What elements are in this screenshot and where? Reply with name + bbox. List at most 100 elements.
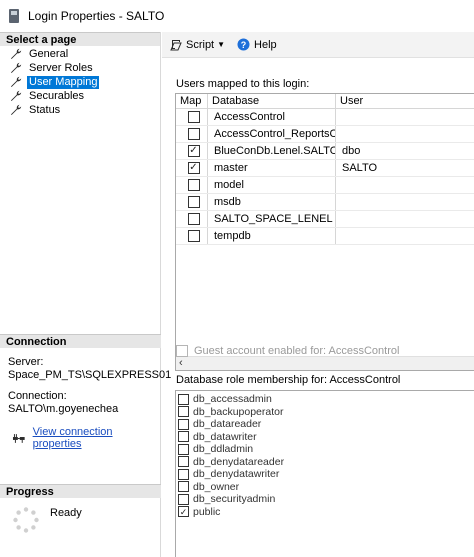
user-cell[interactable]	[336, 177, 474, 193]
database-cell: model	[208, 177, 336, 193]
user-cell[interactable]: SALTO	[336, 160, 474, 176]
role-item[interactable]: db_denydatareader	[176, 456, 474, 469]
page-item-user-mapping[interactable]: User Mapping	[0, 75, 160, 89]
page-item-label: Status	[29, 103, 61, 116]
users-mapped-grid: Map Database User AccessControl AccessCon…	[175, 93, 474, 371]
table-row[interactable]: model	[176, 177, 474, 194]
table-row[interactable]: tempdb	[176, 228, 474, 245]
view-connection-properties-link[interactable]: View connection properties	[33, 426, 161, 450]
role-item[interactable]: ✓ public	[176, 506, 474, 519]
svg-text:?: ?	[241, 40, 247, 50]
role-item[interactable]: db_owner	[176, 481, 474, 494]
role-item[interactable]: db_ddladmin	[176, 443, 474, 456]
role-checkbox[interactable]	[178, 456, 189, 468]
user-cell[interactable]	[336, 194, 474, 210]
column-header-user[interactable]: User	[336, 94, 474, 108]
map-checkbox[interactable]	[187, 230, 200, 242]
role-label: db_owner	[193, 480, 240, 493]
database-cell: AccessControl_ReportsC...	[208, 126, 336, 142]
user-cell[interactable]	[336, 228, 474, 244]
page-item-status[interactable]: Status	[0, 103, 160, 117]
role-label: db_datareader	[193, 418, 262, 431]
page-list: General Server Roles User Mapping Secura…	[0, 46, 160, 117]
user-cell[interactable]	[336, 211, 474, 227]
script-button[interactable]: Script ▼	[170, 39, 231, 51]
role-item[interactable]: db_accessadmin	[176, 393, 474, 406]
role-item[interactable]: db_denydatawriter	[176, 468, 474, 481]
table-row[interactable]: ✓ BlueConDb.Lenel.SALTO dbo	[176, 143, 474, 160]
wrench-icon	[11, 104, 22, 115]
role-checkbox[interactable]	[178, 431, 189, 443]
page-item-server-roles[interactable]: Server Roles	[0, 61, 160, 75]
map-cell	[176, 211, 208, 227]
database-cell: AccessControl	[208, 109, 336, 125]
table-row[interactable]: SALTO_SPACE_LENEL	[176, 211, 474, 228]
table-row[interactable]: ✓ master SALTO	[176, 160, 474, 177]
guest-account-label: Guest account enabled for: AccessControl	[194, 345, 400, 357]
wrench-icon	[11, 90, 22, 101]
map-cell	[176, 126, 208, 142]
connection-header: Connection	[0, 334, 161, 348]
role-label: db_ddladmin	[193, 443, 254, 456]
role-checkbox[interactable]: ✓	[178, 506, 189, 518]
user-cell[interactable]	[336, 126, 474, 142]
map-checkbox[interactable]: ✓	[187, 145, 200, 157]
database-cell: SALTO_SPACE_LENEL	[208, 211, 336, 227]
map-checkbox[interactable]	[187, 179, 200, 191]
page-item-securables[interactable]: Securables	[0, 89, 160, 103]
table-row[interactable]: AccessControl_ReportsC...	[176, 126, 474, 143]
map-checkbox[interactable]	[187, 196, 200, 208]
map-cell	[176, 194, 208, 210]
help-button[interactable]: ? Help	[237, 38, 277, 51]
database-cell: tempdb	[208, 228, 336, 244]
role-checkbox[interactable]	[178, 406, 189, 418]
column-header-map[interactable]: Map	[176, 94, 208, 108]
role-membership-list: db_accessadmin db_backupoperator db_datare…	[175, 390, 474, 557]
guest-account-option: Guest account enabled for: AccessControl	[176, 345, 399, 357]
role-checkbox[interactable]	[178, 468, 189, 480]
script-label: Script	[186, 38, 215, 51]
role-label: db_backupoperator	[193, 405, 284, 418]
map-cell: ✓	[176, 143, 208, 159]
role-label: db_denydatareader	[193, 455, 285, 468]
role-item[interactable]: db_datareader	[176, 418, 474, 431]
progress-status: Ready	[50, 507, 82, 519]
guest-account-checkbox[interactable]	[176, 345, 188, 357]
chevron-down-icon[interactable]: ▼	[217, 40, 225, 49]
role-label: db_securityadmin	[193, 493, 276, 506]
map-checkbox[interactable]	[187, 111, 200, 123]
map-checkbox[interactable]: ✓	[187, 162, 200, 174]
role-checkbox[interactable]	[178, 443, 189, 455]
database-cell: BlueConDb.Lenel.SALTO	[208, 143, 336, 159]
help-icon: ?	[237, 38, 250, 51]
page-item-general[interactable]: General	[0, 47, 160, 61]
map-checkbox[interactable]	[187, 128, 200, 140]
role-item[interactable]: db_datawriter	[176, 431, 474, 444]
role-checkbox[interactable]	[178, 493, 189, 505]
column-header-database[interactable]: Database	[208, 94, 336, 108]
connection-plug-icon	[12, 434, 25, 443]
role-item[interactable]: db_securityadmin	[176, 493, 474, 506]
left-panel: Select a page General Server Roles User …	[0, 32, 171, 557]
role-checkbox[interactable]	[178, 418, 189, 430]
table-row[interactable]: AccessControl	[176, 109, 474, 126]
scroll-left-icon[interactable]: ‹	[179, 357, 183, 369]
wrench-icon	[11, 76, 22, 87]
wrench-icon	[11, 62, 22, 73]
role-label: db_denydatawriter	[193, 468, 280, 481]
user-cell[interactable]	[336, 109, 474, 125]
script-icon	[170, 39, 182, 50]
role-item[interactable]: db_backupoperator	[176, 406, 474, 419]
horizontal-scrollbar[interactable]: ‹	[176, 356, 474, 370]
map-cell	[176, 177, 208, 193]
role-checkbox[interactable]	[178, 481, 189, 493]
table-row[interactable]: msdb	[176, 194, 474, 211]
map-checkbox[interactable]	[187, 213, 200, 225]
page-item-label: Server Roles	[29, 61, 93, 74]
title-bar: Login Properties - SALTO	[0, 0, 474, 32]
user-cell[interactable]: dbo	[336, 143, 474, 159]
role-checkbox[interactable]	[178, 393, 189, 405]
role-label: db_accessadmin	[193, 393, 272, 406]
server-login-icon	[8, 9, 20, 23]
main-panel: Script ▼ ? Help Users mapped to this log…	[162, 32, 474, 557]
